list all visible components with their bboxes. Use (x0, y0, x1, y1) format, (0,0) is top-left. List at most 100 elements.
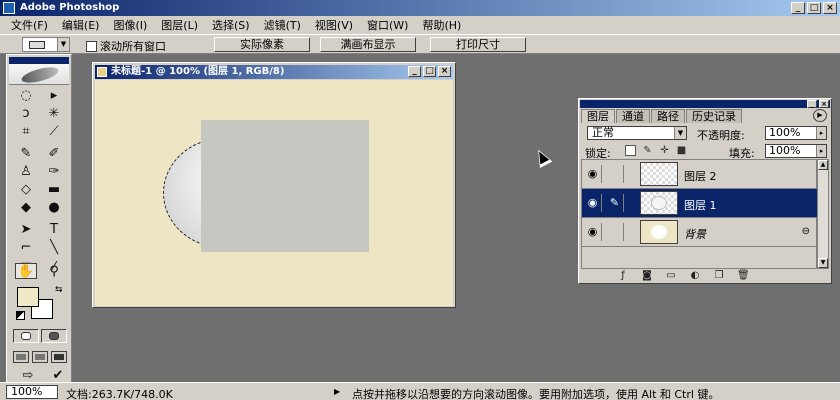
trash-icon[interactable]: 🗑 (737, 271, 750, 281)
standard-mode-button[interactable] (13, 329, 39, 343)
doc-close-button[interactable]: × (438, 66, 451, 77)
layers-panel: _ × 图层 通道 路径 历史记录 ▶ 正常 ▼ 不透明度: 100% ▸ 锁定… (578, 98, 832, 284)
scroll-down-arrow-icon[interactable]: ▼ (818, 258, 828, 268)
lock-all-icon[interactable]: ■ (676, 145, 687, 156)
layers-panel-title-bar[interactable]: _ × (580, 100, 830, 108)
eye-visibility-icon[interactable]: ◉ (584, 194, 602, 212)
doc-minimize-button[interactable]: _ (408, 66, 421, 77)
screen-mode-icon (54, 354, 64, 360)
document-title-bar[interactable]: 未标题-1 @ 100% (图层 1, RGB/8) _ □ × (95, 65, 453, 79)
adjustment-layer-icon[interactable]: ◐ (689, 271, 701, 281)
panel-menu-arrow-icon[interactable]: ▶ (813, 109, 827, 122)
hand-tool-icon[interactable]: ✋ (15, 263, 37, 279)
layer-link-slot[interactable] (606, 165, 624, 183)
lock-options: ✎ ✛ ■ (625, 145, 687, 156)
tab-history[interactable]: 历史记录 (686, 109, 742, 123)
actual-pixels-button[interactable]: 实际像素 (214, 37, 310, 52)
layer-row-layer-2[interactable]: ◉ 图层 2 (582, 160, 818, 189)
dodge-tool-icon[interactable]: ● (43, 199, 65, 217)
standard-screen-button[interactable] (13, 351, 29, 363)
menu-file[interactable]: 文件(F) (4, 17, 55, 33)
zoom-field[interactable]: 100% (6, 385, 58, 399)
layers-scrollbar[interactable]: ▲ ▼ (817, 159, 829, 269)
zoom-tool-icon[interactable]: ⚲ (43, 263, 65, 281)
app-title: Adobe Photoshop (20, 2, 120, 13)
healing-brush-tool-icon[interactable]: ✎ (15, 145, 37, 163)
scroll-all-windows-option[interactable]: 滚动所有窗口 (86, 38, 166, 54)
menu-window[interactable]: 窗口(W) (360, 17, 415, 33)
lock-transparency-icon[interactable] (625, 145, 636, 156)
lasso-tool-icon[interactable]: ↄ (15, 105, 37, 123)
menu-view[interactable]: 视图(V) (308, 17, 360, 33)
menu-bar: 文件(F) 编辑(E) 图像(I) 图层(L) 选择(S) 滤镜(T) 视图(V… (0, 16, 840, 34)
foreground-color-swatch[interactable] (17, 287, 39, 307)
tab-channels[interactable]: 通道 (616, 109, 650, 123)
brush-tool-icon[interactable]: ✐ (43, 145, 65, 163)
layer-row-background[interactable]: ◉ 背景 ⊖ (582, 218, 818, 247)
clone-stamp-tool-icon[interactable]: ♙ (15, 163, 37, 181)
menu-help[interactable]: 帮助(H) (415, 17, 468, 33)
eye-visibility-icon[interactable]: ◉ (584, 223, 602, 241)
eye-visibility-icon[interactable]: ◉ (584, 165, 602, 183)
layer-thumbnail (640, 162, 678, 186)
minimize-button[interactable]: _ (791, 2, 805, 14)
history-brush-tool-icon[interactable]: ✑ (43, 163, 65, 181)
layer-link-slot[interactable] (606, 223, 624, 241)
document-canvas[interactable] (95, 80, 453, 306)
tool-preset-picker[interactable]: ▼ (22, 37, 70, 52)
marquee-tool-icon[interactable]: ◌ (15, 87, 37, 105)
type-tool-icon[interactable]: T (43, 221, 65, 239)
eraser-tool-icon[interactable]: ◇ (15, 181, 37, 199)
opacity-field[interactable]: 100% ▸ (765, 126, 827, 140)
close-button[interactable]: × (823, 2, 837, 14)
scroll-up-arrow-icon[interactable]: ▲ (818, 160, 828, 170)
toolbox-grip[interactable] (9, 57, 69, 64)
swap-colors-icon[interactable]: ⇆ (55, 285, 63, 295)
opacity-slider-arrow-icon[interactable]: ▸ (816, 127, 826, 139)
blend-mode-select[interactable]: 正常 ▼ (587, 126, 687, 140)
layer-style-icon[interactable]: ƒ (617, 271, 629, 281)
menu-edit[interactable]: 编辑(E) (55, 17, 107, 33)
fill-field[interactable]: 100% ▸ (765, 144, 827, 158)
layer-thumbnail (640, 220, 678, 244)
magic-wand-tool-icon[interactable]: ✳ (43, 105, 65, 123)
lock-pixels-brush-icon[interactable]: ✎ (642, 145, 653, 156)
default-colors-icon[interactable] (16, 311, 25, 320)
toolbox: ◌ ▸ ↄ ✳ ⌗ ⟋ ✎ ✐ ♙ ✑ ◇ ▬ ◆ ● ➤ T ⌐ ╲ ▤ ⁄ … (6, 54, 72, 384)
layer-row-layer-1[interactable]: ◉ ✎ 图层 1 (582, 189, 818, 218)
panel-minimize-button[interactable]: _ (807, 100, 817, 108)
full-screen-button[interactable] (51, 351, 67, 363)
menu-filter[interactable]: 滤镜(T) (257, 17, 308, 33)
brush-active-icon[interactable]: ✎ (606, 194, 624, 212)
gradient-tool-icon[interactable]: ▬ (43, 181, 65, 199)
pen-tool-icon[interactable]: ⌐ (15, 239, 37, 257)
slice-tool-icon[interactable]: ⟋ (43, 123, 65, 141)
scroll-all-windows-checkbox[interactable] (86, 40, 97, 52)
add-mask-icon[interactable]: ◙ (641, 271, 653, 281)
print-size-button[interactable]: 打印尺寸 (430, 37, 526, 52)
full-screen-menu-button[interactable] (32, 351, 48, 363)
tab-layers[interactable]: 图层 (581, 109, 615, 123)
lock-position-move-icon[interactable]: ✛ (659, 145, 670, 156)
menu-select[interactable]: 选择(S) (205, 17, 257, 33)
status-menu-arrow-icon[interactable]: ▶ (334, 387, 340, 396)
move-tool-icon[interactable]: ▸ (43, 87, 65, 105)
scroll-all-windows-label: 滚动所有窗口 (100, 40, 166, 53)
fill-slider-arrow-icon[interactable]: ▸ (816, 145, 826, 157)
fit-on-screen-button[interactable]: 满画布显示 (320, 37, 416, 52)
tab-paths[interactable]: 路径 (651, 109, 685, 123)
quick-mask-mode-button[interactable] (41, 329, 67, 343)
line-tool-icon[interactable]: ╲ (43, 239, 65, 257)
new-layer-icon[interactable]: ❐ (713, 271, 725, 281)
menu-layer[interactable]: 图层(L) (154, 17, 205, 33)
new-set-folder-icon[interactable]: ▭ (665, 271, 677, 281)
crop-tool-icon[interactable]: ⌗ (15, 123, 37, 141)
maximize-button[interactable]: □ (807, 2, 821, 14)
fill-value: 100% (769, 144, 801, 157)
menu-image[interactable]: 图像(I) (106, 17, 154, 33)
path-selection-tool-icon[interactable]: ➤ (15, 221, 37, 239)
opacity-value: 100% (769, 126, 801, 139)
blur-tool-icon[interactable]: ◆ (15, 199, 37, 217)
doc-maximize-button[interactable]: □ (423, 66, 436, 77)
panel-close-button[interactable]: × (819, 100, 829, 108)
